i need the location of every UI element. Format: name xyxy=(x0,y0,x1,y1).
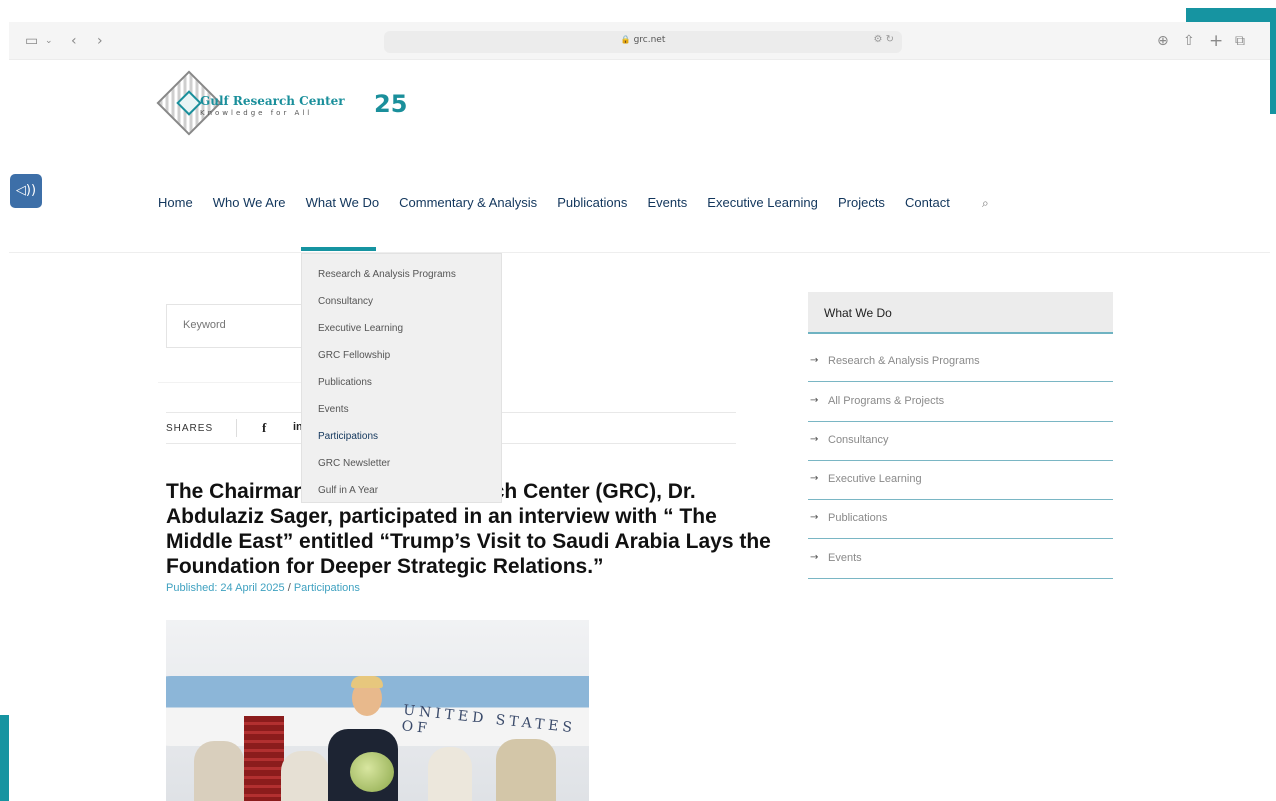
sidebar-item-label: All Programs & Projects xyxy=(828,395,945,407)
meta-separator: / xyxy=(287,582,291,594)
person-hair xyxy=(351,676,383,688)
person-figure xyxy=(428,747,472,801)
shares-label: SHARES xyxy=(166,423,214,434)
lock-icon: 🔒 xyxy=(620,35,631,44)
published-date: Published: 24 April 2025 xyxy=(166,582,285,594)
nav-item-executive-learning[interactable]: Executive Learning xyxy=(707,195,818,210)
search-icon[interactable]: ⌕ xyxy=(982,196,989,211)
dropdown-item-fellowship[interactable]: GRC Fellowship xyxy=(318,350,390,361)
nav-item-what-we-do[interactable]: What We Do xyxy=(306,195,379,210)
arrow-right-icon: → xyxy=(810,355,819,366)
sidebar-header: What We Do xyxy=(808,292,1113,334)
nav-item-projects[interactable]: Projects xyxy=(838,195,885,210)
sidebar-item-label: Consultancy xyxy=(828,434,889,446)
nav-item-who-we-are[interactable]: Who We Are xyxy=(213,195,286,210)
tabs-icon[interactable]: ⧉ xyxy=(1235,32,1245,50)
back-icon[interactable]: ‹ xyxy=(71,32,77,50)
dropdown-item-executive-learning[interactable]: Executive Learning xyxy=(318,323,403,334)
person-figure xyxy=(281,751,329,801)
dropdown-item-consultancy[interactable]: Consultancy xyxy=(318,296,373,307)
chevron-down-icon[interactable]: ⌄ xyxy=(45,32,53,50)
sidebar-title: What We Do xyxy=(824,306,892,320)
article-photo: UNITED STATES OF xyxy=(166,620,589,801)
sidebar-icon[interactable]: ▭ xyxy=(25,32,38,50)
reader-reload-icons[interactable]: ⚙ ↻ xyxy=(873,34,894,45)
share-icon[interactable]: ⇧ xyxy=(1183,32,1195,50)
sidebar-item-events[interactable]: → Events xyxy=(808,539,1113,579)
sidebar-item-publications[interactable]: → Publications xyxy=(808,499,1113,539)
new-tab-icon[interactable]: + xyxy=(1209,32,1223,50)
person-figure xyxy=(496,739,556,801)
browser-toolbar: ▭ ⌄ ‹ › 🔒 grc.net ⚙ ↻ ⊕ ⇧ + ⧉ xyxy=(9,22,1270,60)
decorative-frame-top xyxy=(1186,8,1276,22)
logo-anniversary: 25 xyxy=(374,90,408,118)
decorative-frame-bottom xyxy=(0,715,9,801)
category-link[interactable]: Participations xyxy=(294,582,360,594)
airstairs-shape xyxy=(244,716,284,801)
nav-item-events[interactable]: Events xyxy=(647,195,687,210)
sidebar-item-consultancy[interactable]: → Consultancy xyxy=(808,421,1113,461)
address-bar[interactable]: 🔒 grc.net ⚙ ↻ xyxy=(384,31,902,53)
sidebar-item-label: Executive Learning xyxy=(828,473,922,485)
arrow-right-icon: → xyxy=(810,473,819,484)
url-text: grc.net xyxy=(633,35,666,45)
sidebar-item-label: Publications xyxy=(828,512,888,524)
sidebar-item-label: Events xyxy=(828,552,862,564)
flower-bouquet xyxy=(350,752,394,792)
arrow-right-icon: → xyxy=(810,395,819,406)
active-nav-indicator xyxy=(301,247,376,251)
arrow-right-icon: → xyxy=(810,552,819,563)
sidebar-item-executive-learning[interactable]: → Executive Learning xyxy=(808,460,1113,500)
decorative-frame-right xyxy=(1270,8,1276,114)
dropdown-item-publications[interactable]: Publications xyxy=(318,377,372,388)
dropdown-item-research[interactable]: Research & Analysis Programs xyxy=(318,269,456,280)
nav-item-commentary[interactable]: Commentary & Analysis xyxy=(399,195,537,210)
arrow-right-icon: → xyxy=(810,434,819,445)
facebook-icon[interactable]: f xyxy=(262,420,266,436)
speaker-icon[interactable]: ◁)) xyxy=(10,174,42,208)
download-icon[interactable]: ⊕ xyxy=(1157,32,1169,50)
logo-name: Gulf Research Center xyxy=(200,94,345,108)
dropdown-item-participations[interactable]: Participations xyxy=(318,431,378,442)
sidebar-item-label: Research & Analysis Programs xyxy=(828,355,980,367)
forward-icon[interactable]: › xyxy=(97,32,103,50)
dropdown-item-gulf-in-a-year[interactable]: Gulf in A Year xyxy=(318,485,378,496)
dropdown-item-newsletter[interactable]: GRC Newsletter xyxy=(318,458,390,469)
person-figure xyxy=(194,741,244,801)
arrow-right-icon: → xyxy=(810,512,819,523)
what-we-do-dropdown: Research & Analysis Programs Consultancy… xyxy=(301,253,502,503)
main-nav: Home Who We Are What We Do Commentary & … xyxy=(158,192,989,212)
sidebar-item-all-programs[interactable]: → All Programs & Projects xyxy=(808,382,1113,422)
logo-tagline: Knowledge for All xyxy=(200,109,313,117)
header-divider xyxy=(9,252,1270,253)
nav-item-contact[interactable]: Contact xyxy=(905,195,950,210)
nav-item-publications[interactable]: Publications xyxy=(557,195,627,210)
sidebar-item-research[interactable]: → Research & Analysis Programs xyxy=(808,342,1113,382)
shares-divider xyxy=(236,419,237,437)
nav-item-home[interactable]: Home xyxy=(158,195,193,210)
site-logo[interactable]: Gulf Research Center Knowledge for All 2… xyxy=(156,70,418,140)
article-meta: Published: 24 April 2025 / Participation… xyxy=(166,582,360,594)
dropdown-item-events[interactable]: Events xyxy=(318,404,349,415)
